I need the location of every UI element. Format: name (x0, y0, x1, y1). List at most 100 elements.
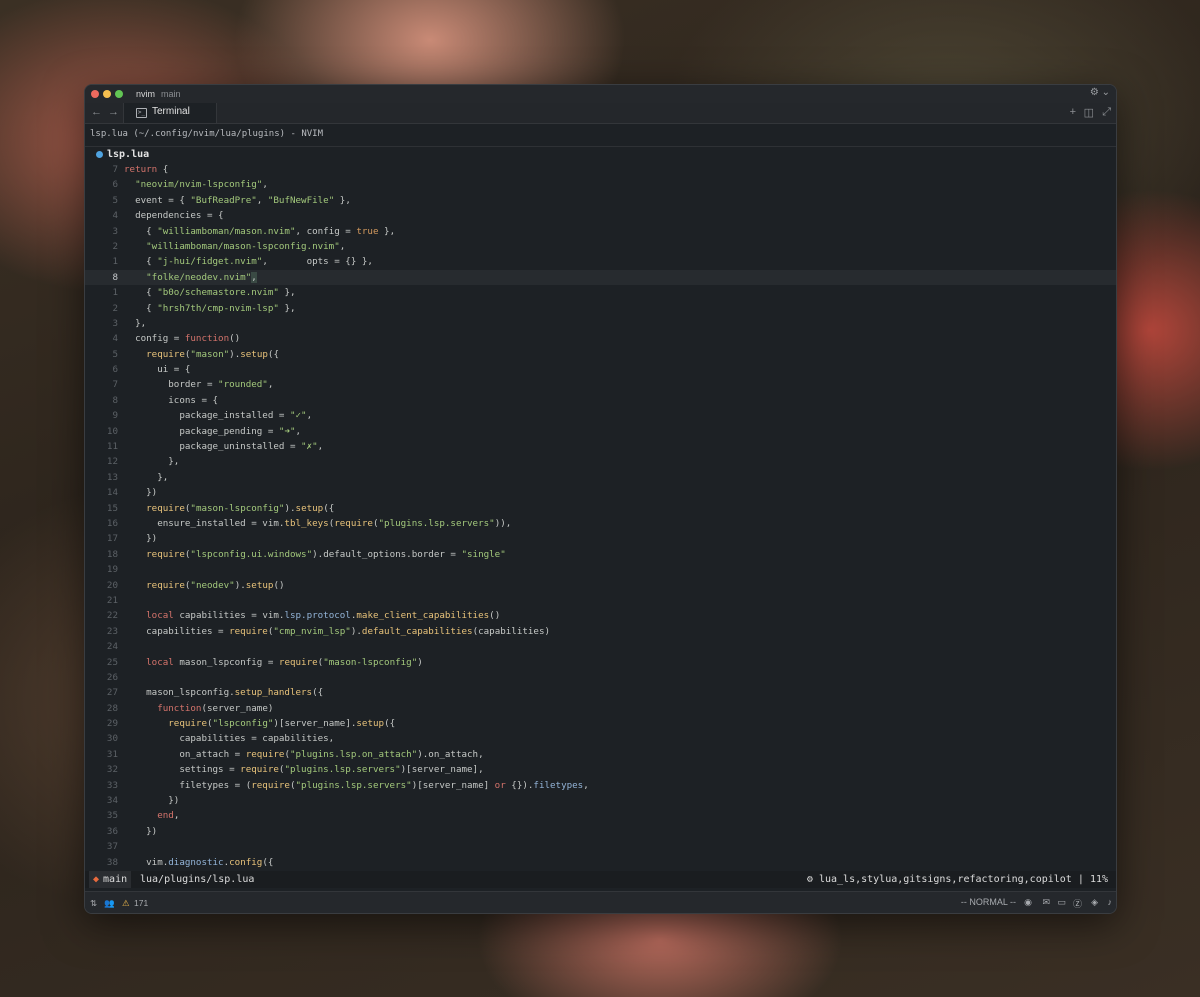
terminal-icon: >_ (136, 108, 147, 118)
warning-icon[interactable]: ⚠ (122, 898, 130, 909)
code-line[interactable]: 1 { "b0o/schemastore.nvim" }, (85, 285, 1116, 300)
code-editor[interactable]: 7 return {6 "neovim/nvim-lspconfig", 5 eve… (85, 162, 1116, 870)
code-token: }, (278, 302, 296, 314)
zed-icon[interactable]: Ⓩ (1073, 897, 1082, 910)
mail-icon[interactable]: ✉ (1042, 897, 1050, 908)
path-bar: lsp.lua (~/.config/nvim/lua/plugins) - N… (85, 124, 1116, 147)
line-text: settings = require("plugins.lsp.servers"… (124, 762, 483, 777)
code-line[interactable]: 7 border = "rounded", (85, 377, 1116, 392)
line-text: capabilities = require("cmp_nvim_lsp").d… (124, 624, 550, 639)
assistant-icon[interactable]: ◈ (1091, 897, 1098, 908)
maximize-window-button[interactable] (115, 90, 123, 98)
back-arrow-icon[interactable]: ← (91, 106, 102, 118)
collab-icon[interactable]: 👥 (104, 898, 115, 909)
code-token: }) (124, 795, 180, 807)
line-number: 13 (106, 471, 118, 483)
code-line[interactable]: 20 require("neodev").setup() (85, 578, 1116, 593)
code-token: , (339, 240, 346, 252)
code-line[interactable]: 12 }, (85, 454, 1116, 469)
code-line[interactable]: 32 settings = require("plugins.lsp.serve… (85, 762, 1116, 777)
code-line[interactable]: 25 local mason_lspconfig = require("maso… (85, 655, 1116, 670)
window-branch: main (161, 89, 181, 99)
tab-terminal[interactable]: >_ Terminal (123, 103, 217, 123)
code-token: require (146, 579, 185, 591)
code-token: { (124, 225, 158, 237)
code-line[interactable]: 30 capabilities = capabilities, (85, 731, 1116, 746)
code-line[interactable]: 29 require("lspconfig")[server_name].set… (85, 716, 1116, 731)
code-token: }, (124, 317, 147, 329)
line-number: 11 (106, 441, 118, 453)
code-line[interactable]: 6 "neovim/nvim-lspconfig", (85, 177, 1116, 192)
code-line[interactable]: 34 }) (85, 793, 1116, 808)
code-token: dependencies = { (124, 210, 224, 222)
code-line[interactable]: 31 on_attach = require("plugins.lsp.on_a… (85, 747, 1116, 762)
code-line[interactable]: 2 "williamboman/mason-lspconfig.nvim", (85, 239, 1116, 254)
code-token: "➜" (278, 425, 296, 437)
code-line[interactable]: 14 }) (85, 485, 1116, 500)
code-line[interactable]: 17 }) (85, 531, 1116, 546)
code-line[interactable]: 7 return { (85, 162, 1116, 177)
code-line[interactable]: 13 }, (85, 470, 1116, 485)
code-line[interactable]: 9 package_installed = "✓", (85, 408, 1116, 423)
statusline: ◆ main lua/plugins/lsp.lua ⚙ lua_ls,stylu… (85, 871, 1116, 888)
code-line[interactable]: 16 ensure_installed = vim.tbl_keys(requi… (85, 516, 1116, 531)
code-token: require (229, 625, 268, 637)
warning-count[interactable]: 171 (134, 898, 148, 908)
profile-menu-icon[interactable]: ⚙ ⌄ (1090, 87, 1110, 98)
code-line[interactable]: 5 event = { "BufReadPre", "BufNewFile" }… (85, 193, 1116, 208)
code-token: , opts = {} }, (262, 256, 373, 268)
line-text: { "williamboman/mason.nvim", config = tr… (124, 224, 395, 239)
code-line[interactable]: 36 }) (85, 824, 1116, 839)
bell-icon[interactable]: ♪ (1108, 897, 1113, 907)
code-line[interactable]: 2 { "hrsh7th/cmp-nvim-lsp" }, (85, 301, 1116, 316)
close-window-button[interactable] (91, 90, 99, 98)
line-text: require("mason").setup({ (124, 347, 279, 362)
code-line[interactable]: 35 end, (85, 808, 1116, 823)
code-line[interactable]: 4 dependencies = { (85, 208, 1116, 223)
git-graph-icon[interactable]: ⇅ (90, 898, 97, 909)
line-number: 5 (112, 348, 118, 360)
code-token: package_uninstalled = (124, 441, 302, 453)
minimize-window-button[interactable] (103, 90, 111, 98)
line-number: 38 (106, 856, 118, 868)
code-line[interactable]: 3 { "williamboman/mason.nvim", config = … (85, 224, 1116, 239)
tab-bar: ← → >_ Terminal + ◫ ⤢ (85, 103, 1116, 124)
code-line[interactable]: 5 require("mason").setup({ (85, 347, 1116, 362)
code-line[interactable]: 3 }, (85, 316, 1116, 331)
code-line[interactable]: 21 (85, 593, 1116, 608)
code-line[interactable]: 38 vim.diagnostic.config({ (85, 855, 1116, 870)
line-text: package_installed = "✓", (124, 408, 312, 423)
chat-icon[interactable]: ▭ (1057, 897, 1066, 908)
code-line[interactable]: 8 icons = { (85, 393, 1116, 408)
code-line[interactable]: 33 filetypes = (require("plugins.lsp.ser… (85, 778, 1116, 793)
line-number: 19 (106, 564, 118, 576)
code-token: ).default_options.border = (312, 548, 462, 560)
code-line[interactable]: 10 package_pending = "➜", (85, 424, 1116, 439)
code-line[interactable]: 6 ui = { (85, 362, 1116, 377)
code-line[interactable]: 24 (85, 639, 1116, 654)
new-tab-icon[interactable]: + (1070, 106, 1076, 118)
forward-arrow-icon[interactable]: → (108, 106, 119, 118)
split-pane-icon[interactable]: ◫ (1084, 106, 1094, 119)
code-line[interactable]: 22 local capabilities = vim.lsp.protocol… (85, 608, 1116, 623)
code-token: "mason-lspconfig" (190, 502, 285, 514)
code-token: "lspconfig.ui.windows" (190, 548, 313, 560)
copilot-icon[interactable]: ◉ (1024, 897, 1032, 908)
code-line[interactable]: 26 (85, 670, 1116, 685)
code-line[interactable]: 11 package_uninstalled = "✗", (85, 439, 1116, 454)
code-token: require (146, 502, 185, 514)
line-number: 3 (112, 317, 118, 329)
code-line[interactable]: 28 function(server_name) (85, 701, 1116, 716)
code-line[interactable]: 19 (85, 562, 1116, 577)
code-line[interactable]: 23 capabilities = require("cmp_nvim_lsp"… (85, 624, 1116, 639)
code-line[interactable]: 37 (85, 839, 1116, 854)
code-line[interactable]: 27 mason_lspconfig.setup_handlers({ (85, 685, 1116, 700)
code-line[interactable]: 15 require("mason-lspconfig").setup({ (85, 501, 1116, 516)
expand-icon[interactable]: ⤢ (1102, 106, 1111, 119)
code-line[interactable]: 1 { "j-hui/fidget.nvim", opts = {} }, (85, 254, 1116, 269)
statusline-branch-label: main (103, 874, 128, 885)
code-line[interactable]: 8 "folke/neodev.nvim", (85, 269, 1116, 286)
code-line[interactable]: 4 config = function() (85, 331, 1116, 346)
code-line[interactable]: 18 require("lspconfig.ui.windows").defau… (85, 547, 1116, 562)
